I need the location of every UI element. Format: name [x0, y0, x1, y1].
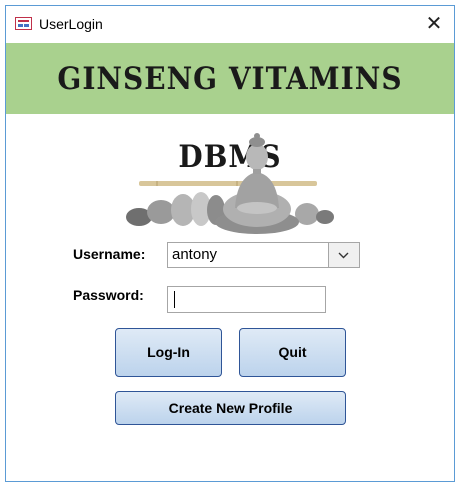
chevron-down-icon — [338, 252, 349, 259]
banner-heading: GINSENG VITAMINS DBMS — [57, 60, 403, 175]
username-value[interactable]: antony — [172, 246, 217, 263]
banner: GINSENG VITAMINS DBMS — [6, 43, 454, 175]
password-label: Password: — [73, 287, 144, 303]
form-icon — [15, 17, 32, 30]
text-caret — [174, 291, 175, 308]
window-title: UserLogin — [39, 16, 103, 32]
title-bar: UserLogin ✕ — [6, 6, 454, 42]
login-window: UserLogin ✕ GINSENG VITAMINS DBMS Userna… — [5, 5, 455, 482]
quit-button[interactable]: Quit — [239, 328, 346, 377]
username-dropdown-button[interactable] — [328, 243, 359, 267]
buddha-stones-image — [126, 133, 334, 234]
password-field[interactable] — [167, 286, 326, 313]
username-label: Username: — [73, 246, 146, 262]
username-combobox[interactable]: antony — [167, 242, 360, 268]
login-button[interactable]: Log-In — [115, 328, 222, 377]
close-icon: ✕ — [425, 13, 443, 35]
create-profile-button[interactable]: Create New Profile — [115, 391, 346, 425]
close-button[interactable]: ✕ — [420, 10, 448, 38]
